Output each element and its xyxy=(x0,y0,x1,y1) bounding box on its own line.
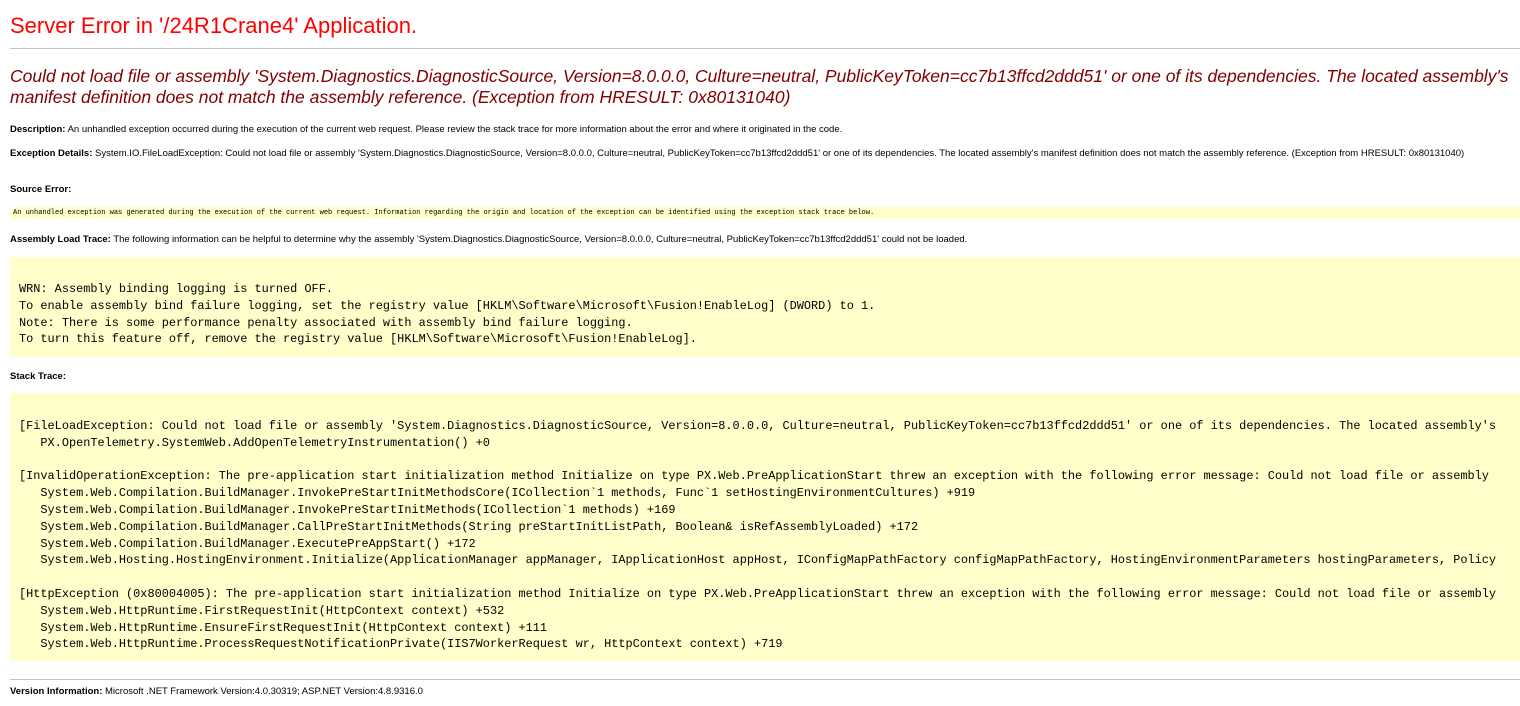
description-label: Description: xyxy=(10,124,66,135)
source-error-section: Source Error: xyxy=(10,184,1515,195)
description-section: Description: An unhandled exception occu… xyxy=(10,124,1515,135)
source-error-box: An unhandled exception was generated dur… xyxy=(10,207,1520,219)
description-text: An unhandled exception occurred during t… xyxy=(67,124,843,135)
exception-details-section: Exception Details: System.IO.FileLoadExc… xyxy=(10,148,1515,159)
stack-trace-label: Stack Trace: xyxy=(10,371,66,382)
assembly-load-trace-text: The following information can be helpful… xyxy=(113,234,968,245)
stack-trace-box: [FileLoadException: Could not load file … xyxy=(10,393,1520,661)
stack-trace-section: Stack Trace: xyxy=(10,371,1515,382)
error-page: Server Error in '/24R1Crane4' Applicatio… xyxy=(0,0,1520,706)
exception-details-label: Exception Details: xyxy=(10,148,93,159)
title-divider xyxy=(10,48,1520,49)
version-divider xyxy=(10,679,1520,680)
stack-trace-body: [FileLoadException: Could not load file … xyxy=(19,419,1497,652)
assembly-load-trace-box: WRN: Assembly binding logging is turned … xyxy=(10,257,1520,357)
assembly-load-trace-section: Assembly Load Trace: The following infor… xyxy=(10,234,1515,245)
version-information-section: Version Information: Microsoft .NET Fram… xyxy=(10,686,1515,697)
assembly-load-trace-label: Assembly Load Trace: xyxy=(10,234,111,245)
page-title: Server Error in '/24R1Crane4' Applicatio… xyxy=(10,13,418,38)
version-information-text: Microsoft .NET Framework Version:4.0.303… xyxy=(105,686,423,697)
error-message: Could not load file or assembly 'System.… xyxy=(10,66,1509,107)
source-error-text: An unhandled exception was generated dur… xyxy=(13,209,875,217)
assembly-load-trace-body: WRN: Assembly binding logging is turned … xyxy=(19,282,876,347)
source-error-label: Source Error: xyxy=(10,184,72,195)
version-information-label: Version Information: xyxy=(10,686,103,697)
exception-details-text: System.IO.FileLoadException: Could not l… xyxy=(95,148,1465,159)
